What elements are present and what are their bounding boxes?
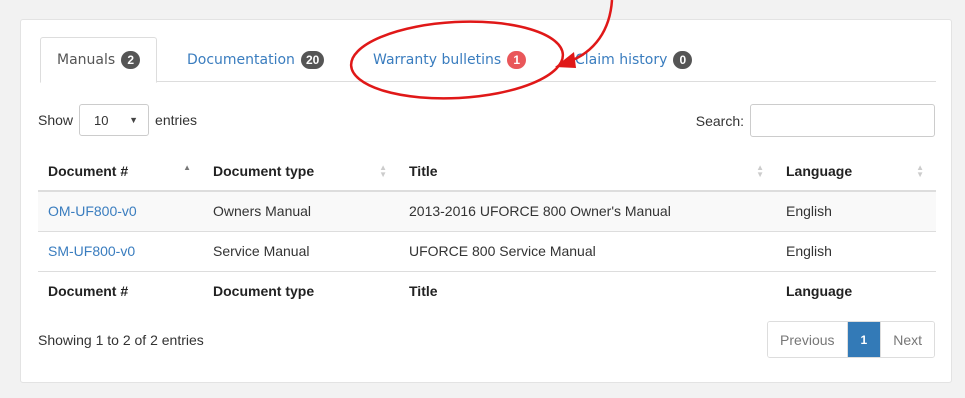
tab-documentation[interactable]: Documentation 20 [187, 37, 325, 82]
tab-documentation-count-badge: 20 [300, 50, 325, 69]
document-type-cell: Service Manual [213, 243, 310, 259]
language-cell: English [786, 203, 832, 220]
tab-warranty-bulletins[interactable]: Warranty bulletins 1 [373, 37, 527, 82]
documents-table: Document # ▲ Document type ▲ ▼ Title ▲ ▼ L… [38, 151, 936, 311]
entries-length-control: Show 10 ▼ entries [38, 103, 197, 137]
column-header-document-number[interactable]: Document # ▲ [38, 151, 203, 192]
column-header-document-type[interactable]: Document type ▲ ▼ [203, 151, 399, 192]
tab-bar: Manuals 2 Documentation 20 Warranty bull… [40, 37, 936, 83]
search-label: Search: [695, 112, 744, 129]
pagination: Previous 1 Next [767, 321, 935, 358]
entries-label: entries [155, 112, 198, 128]
search-input[interactable] [750, 104, 935, 137]
tab-manuals-label: Manuals [57, 52, 116, 68]
tab-claim-history-count-badge: 0 [673, 50, 693, 69]
next-page-button[interactable]: Next [880, 322, 934, 357]
show-label: Show [38, 112, 74, 128]
footer-language: Language [786, 283, 853, 300]
table-header-row: Document # ▲ Document type ▲ ▼ Title ▲ ▼ L… [38, 151, 936, 192]
tab-warranty-bulletins-count-badge: 1 [507, 50, 527, 69]
footer-document-number: Document # [48, 283, 129, 300]
page-1-button[interactable]: 1 [846, 322, 881, 357]
table-footer-row: Document # Document type Title Language [38, 271, 936, 311]
previous-page-button[interactable]: Previous [768, 322, 847, 357]
tab-claim-history-label: Claim history [575, 51, 668, 68]
sort-icon: ▲ ▼ [916, 163, 924, 179]
table-row: OM-UF800-v0 Owners Manual 2013-2016 UFOR… [38, 191, 936, 231]
document-link[interactable]: SM-UF800-v0 [48, 243, 135, 259]
sort-icon: ▲ ▼ [379, 163, 387, 179]
title-cell: 2013-2016 UFORCE 800 Owner's Manual [409, 203, 671, 220]
tab-claim-history[interactable]: Claim history 0 [575, 37, 693, 82]
tab-manuals-count-badge: 2 [121, 51, 141, 69]
column-header-language[interactable]: Language ▲ ▼ [776, 151, 936, 192]
entries-select[interactable]: 10 ▼ [79, 104, 150, 136]
tab-warranty-bulletins-label: Warranty bulletins [373, 51, 502, 68]
tab-manuals[interactable]: Manuals 2 [40, 37, 158, 83]
footer-document-type: Document type [213, 283, 315, 300]
document-type-cell: Owners Manual [213, 203, 312, 220]
language-cell: English [786, 243, 832, 259]
footer-title: Title [409, 283, 438, 300]
table-info-text: Showing 1 to 2 of 2 entries [38, 332, 204, 348]
entries-select-value: 10 [94, 112, 109, 128]
sort-icon: ▲ ▼ [756, 163, 764, 179]
document-link[interactable]: OM-UF800-v0 [48, 203, 137, 219]
sort-ascending-icon: ▲ [183, 163, 191, 172]
column-header-title[interactable]: Title ▲ ▼ [399, 151, 776, 192]
title-cell: UFORCE 800 Service Manual [409, 243, 596, 259]
tab-documentation-label: Documentation [187, 51, 295, 68]
chevron-down-icon: ▼ [129, 115, 139, 125]
table-row: SM-UF800-v0 Service Manual UFORCE 800 Se… [38, 231, 936, 271]
search-control: Search: [696, 104, 935, 137]
